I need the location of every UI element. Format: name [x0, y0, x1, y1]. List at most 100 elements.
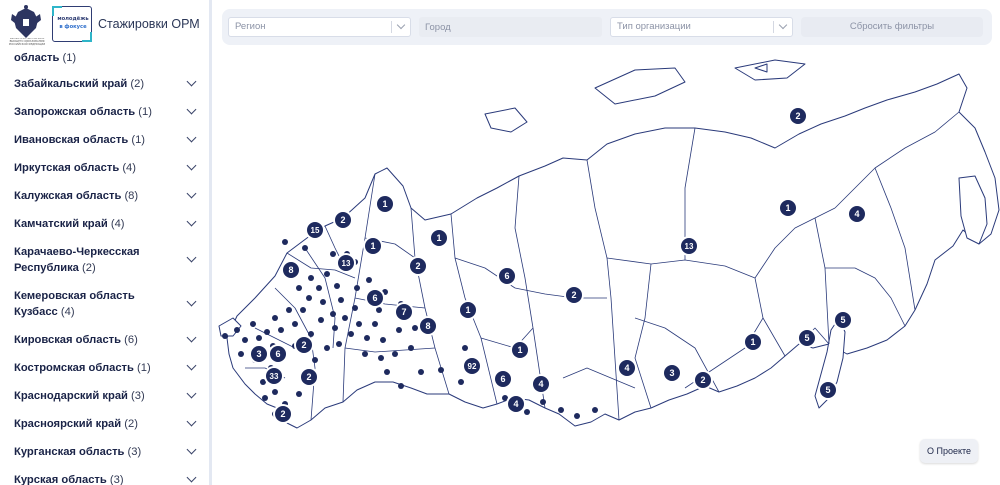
chevron-down-icon[interactable] — [186, 252, 197, 263]
map-marker[interactable]: 3 — [249, 344, 269, 364]
marker-count: 13 — [342, 259, 351, 268]
region-name: Ивановская область — [14, 134, 129, 146]
chevron-down-icon[interactable] — [186, 472, 197, 483]
region-item[interactable]: Камчатский край (4) — [0, 210, 209, 238]
map-marker[interactable]: 1 — [778, 198, 798, 218]
region-list: область (1) Забайкальский край (2) Запор… — [0, 44, 209, 485]
map-marker[interactable]: 2 — [294, 335, 314, 355]
region-count: (2) — [124, 418, 138, 430]
marker-count: 15 — [311, 226, 320, 235]
region-name: Костромская область — [14, 362, 134, 374]
marker-count: 8 — [288, 265, 293, 275]
region-item[interactable]: Костромская область (1) — [0, 354, 209, 382]
marker-count: 5 — [840, 315, 845, 325]
map-marker[interactable]: 33 — [264, 366, 284, 386]
map-marker[interactable]: 6 — [497, 266, 517, 286]
russia-map[interactable]: 2 1 4 13 1 2 15 1 1 13 8 2 6 6 7 8 1 2 2 3 6 92 1 33 2 6 4 4 4 3 2 1 5 5 5… — [215, 48, 1000, 485]
map-marker[interactable]: 13 — [336, 253, 356, 273]
city-input[interactable] — [419, 17, 602, 37]
region-item[interactable]: Курганская область (3) — [0, 438, 209, 466]
chevron-down-icon[interactable] — [186, 188, 197, 199]
map-marker[interactable]: 2 — [408, 256, 428, 276]
region-item[interactable]: Красноярский край (2) — [0, 410, 209, 438]
map-marker[interactable]: 5 — [833, 310, 853, 330]
marker-count: 2 — [340, 215, 345, 225]
island-outline — [594, 67, 686, 105]
region-count: (6) — [124, 334, 138, 346]
region-count: (3) — [127, 446, 142, 458]
map-marker[interactable]: 6 — [268, 344, 288, 364]
island-outline — [734, 59, 806, 81]
chevron-down-icon[interactable] — [186, 388, 197, 399]
map-marker[interactable]: 2 — [564, 285, 584, 305]
map-marker[interactable]: 4 — [847, 204, 867, 224]
map-marker[interactable]: 15 — [305, 220, 325, 240]
region-item[interactable]: Краснодарский край (3) — [0, 382, 209, 410]
chevron-down-icon[interactable] — [186, 132, 197, 143]
map-marker[interactable]: 5 — [818, 380, 838, 400]
map-marker[interactable]: 8 — [281, 260, 301, 280]
region-item[interactable]: Кемеровская область Кузбасс (4) — [0, 282, 209, 326]
region-count: (4) — [122, 162, 137, 174]
chevron-down-icon[interactable] — [186, 160, 197, 171]
marker-count: 6 — [504, 271, 509, 281]
chevron-down-icon[interactable] — [186, 444, 197, 455]
map-marker[interactable]: 7 — [394, 302, 414, 322]
org-type-placeholder: Тип организации — [617, 21, 691, 32]
youth-focus-logo: молодёжь в фокусе — [52, 6, 92, 42]
region-item[interactable]: Карачаево-Черкесская Республика (2) — [0, 238, 209, 282]
map-marker[interactable]: 4 — [506, 394, 526, 414]
region-name: Курская область — [14, 474, 107, 485]
region-item[interactable]: Ивановская область (1) — [0, 126, 209, 154]
region-name: область — [14, 52, 60, 64]
map-marker[interactable]: 1 — [458, 300, 478, 320]
map-marker[interactable]: 1 — [363, 236, 383, 256]
reset-filters-button[interactable]: Сбросить фильтры — [801, 17, 983, 37]
chevron-down-icon[interactable] — [186, 360, 197, 371]
marker-count: 6 — [275, 349, 280, 359]
chevron-down-icon[interactable] — [186, 296, 197, 307]
chevron-down-icon[interactable] — [186, 332, 197, 343]
map-marker[interactable]: 1 — [375, 194, 395, 214]
marker-count: 92 — [468, 362, 477, 371]
region-item[interactable]: Калужская область (8) — [0, 182, 209, 210]
map-svg[interactable]: 21413121511138 266781223 692133 2 6 444 321 555… — [215, 48, 1000, 485]
region-item[interactable]: Иркутская область (4) — [0, 154, 209, 182]
region-count: (1) — [137, 362, 151, 374]
about-project-button[interactable]: О Проекте — [920, 439, 978, 463]
map-marker[interactable]: 2 — [788, 106, 808, 126]
map-marker[interactable]: 6 — [493, 369, 513, 389]
org-type-select[interactable]: Тип организации — [610, 17, 793, 37]
region-item[interactable]: Запорожская область (1) — [0, 98, 209, 126]
map-marker[interactable]: 5 — [797, 328, 817, 348]
map-marker[interactable]: 3 — [662, 363, 682, 383]
filter-bar: Регион Тип организации Сбросить фильтры — [222, 9, 992, 45]
map-marker[interactable]: 13 — [679, 236, 699, 256]
map-marker[interactable]: 2 — [693, 370, 713, 390]
map-marker[interactable]: 8 — [418, 316, 438, 336]
marker-count: 1 — [785, 203, 790, 213]
marker-count: 6 — [372, 293, 377, 303]
chevron-down-icon[interactable] — [186, 216, 197, 227]
map-marker[interactable]: 2 — [273, 404, 293, 424]
region-item[interactable]: Курская область (3) — [0, 466, 209, 485]
marker-count: 6 — [500, 374, 505, 384]
map-marker[interactable]: 4 — [531, 374, 551, 394]
chevron-down-icon[interactable] — [186, 416, 197, 427]
region-item[interactable]: Кировская область (6) — [0, 326, 209, 354]
region-count: (1) — [131, 134, 146, 146]
chevron-down-icon[interactable] — [186, 76, 197, 87]
region-select[interactable]: Регион — [228, 17, 411, 37]
map-marker[interactable]: 6 — [365, 288, 385, 308]
map-marker[interactable]: 2 — [333, 210, 353, 230]
chevron-down-icon[interactable] — [186, 104, 197, 115]
map-marker[interactable]: 4 — [617, 358, 637, 378]
map-marker[interactable]: 1 — [429, 228, 449, 248]
map-marker[interactable]: 1 — [743, 332, 763, 352]
map-marker[interactable]: 92 — [462, 356, 482, 376]
map-marker[interactable]: 2 — [299, 367, 319, 387]
marker-count: 8 — [425, 321, 430, 331]
region-item[interactable]: Забайкальский край (2) — [0, 70, 209, 98]
marker-count: 13 — [685, 242, 694, 251]
map-marker[interactable]: 1 — [510, 340, 530, 360]
